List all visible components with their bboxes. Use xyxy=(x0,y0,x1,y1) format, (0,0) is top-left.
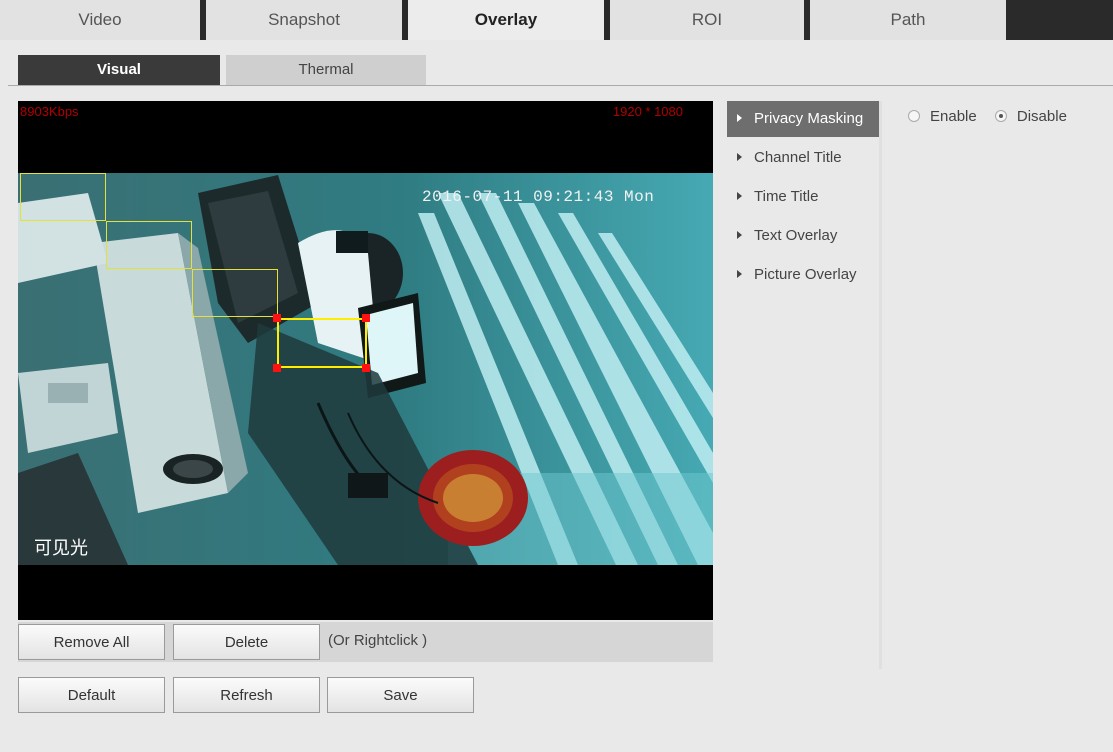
menu-item-picture-overlay[interactable]: Picture Overlay xyxy=(727,257,879,293)
menu-item-text-overlay[interactable]: Text Overlay xyxy=(727,218,879,254)
resize-handle[interactable] xyxy=(362,314,370,322)
subtab-visual[interactable]: Visual xyxy=(18,55,220,85)
enable-radio-label[interactable]: Enable xyxy=(930,108,977,125)
menu-item-label: Picture Overlay xyxy=(754,266,857,283)
osd-channel-name: 可见光 xyxy=(34,538,88,558)
subtab-divider xyxy=(8,85,1113,86)
privacy-mask-region-selected[interactable] xyxy=(277,318,367,368)
menu-item-channel-title[interactable]: Channel Title xyxy=(727,140,879,176)
video-preview[interactable]: 8903Kbps 1920 * 1080 2016-07-11 09:21:43… xyxy=(18,101,713,620)
disable-radio-label[interactable]: Disable xyxy=(1017,108,1067,125)
enable-radio[interactable] xyxy=(908,110,920,123)
privacy-mask-region[interactable] xyxy=(20,173,106,221)
disable-radio[interactable] xyxy=(994,110,1007,123)
remove-all-button[interactable]: Remove All xyxy=(18,624,165,660)
tab-overlay[interactable]: Overlay xyxy=(408,0,604,40)
resize-handle[interactable] xyxy=(362,364,370,372)
top-tab-bar: Video Snapshot Overlay ROI Path xyxy=(0,0,1113,40)
menu-item-time-title[interactable]: Time Title xyxy=(727,179,879,215)
refresh-button[interactable]: Refresh xyxy=(173,677,320,713)
osd-resolution: 1920 * 1080 xyxy=(612,104,683,119)
privacy-mask-region[interactable] xyxy=(106,221,192,269)
resize-handle[interactable] xyxy=(273,364,281,372)
caret-right-icon xyxy=(737,153,742,162)
save-button[interactable]: Save xyxy=(327,677,474,713)
default-button[interactable]: Default xyxy=(18,677,165,713)
tab-path[interactable]: Path xyxy=(810,0,1006,40)
subtab-thermal[interactable]: Thermal xyxy=(226,55,426,85)
menu-item-label: Text Overlay xyxy=(754,227,838,244)
caret-right-icon xyxy=(737,114,742,123)
mask-action-bar: Remove All Delete (Or Rightclick ) xyxy=(18,622,713,662)
osd-timestamp: 2016-07-11 09:21:43 Mon xyxy=(422,188,655,206)
caret-right-icon xyxy=(737,270,742,279)
tab-snapshot[interactable]: Snapshot xyxy=(206,0,402,40)
tab-bar-filler xyxy=(1006,0,1113,40)
tab-video[interactable]: Video xyxy=(0,0,200,40)
delete-button[interactable]: Delete xyxy=(173,624,320,660)
menu-item-label: Privacy Masking xyxy=(754,110,864,127)
menu-item-privacy-masking[interactable]: Privacy Masking xyxy=(727,101,879,137)
menu-item-label: Time Title xyxy=(754,188,819,205)
resize-handle[interactable] xyxy=(273,314,281,322)
delete-hint: (Or Rightclick ) xyxy=(328,632,428,649)
caret-right-icon xyxy=(737,231,742,240)
caret-right-icon xyxy=(737,192,742,201)
osd-bitrate: 8903Kbps xyxy=(20,104,79,119)
privacy-enable-radio-group: Enable Disable xyxy=(908,108,1081,125)
privacy-mask-region[interactable] xyxy=(192,269,278,317)
overlay-side-menu: Privacy Masking Channel Title Time Title… xyxy=(727,101,882,669)
tab-roi[interactable]: ROI xyxy=(610,0,804,40)
menu-item-label: Channel Title xyxy=(754,149,842,166)
